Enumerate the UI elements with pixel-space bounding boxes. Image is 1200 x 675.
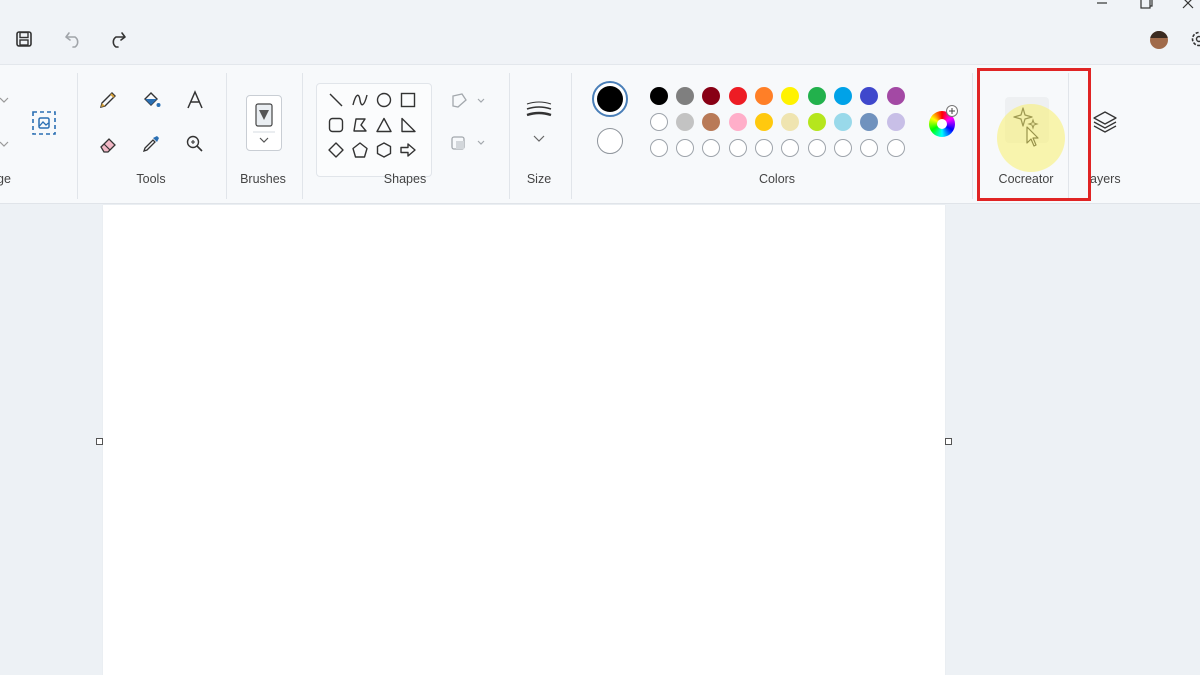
fill-dropdown-icon[interactable] <box>448 131 488 155</box>
color-swatch-pink[interactable] <box>729 113 747 131</box>
callout-box <box>977 68 1091 201</box>
custom-color-slot[interactable] <box>702 139 720 157</box>
shapes-gallery <box>316 83 432 177</box>
hexagon-shape-icon[interactable] <box>373 139 395 161</box>
color-swatch-yellow[interactable] <box>781 87 799 105</box>
outline-dropdown-icon[interactable] <box>448 89 488 113</box>
fill-icon[interactable] <box>138 87 164 113</box>
group-label-colors: Colors <box>758 172 796 186</box>
image-select-icon[interactable] <box>30 109 58 137</box>
redo-icon[interactable] <box>104 26 130 52</box>
color-swatch-black[interactable] <box>650 87 668 105</box>
chevron-icon <box>0 137 10 151</box>
custom-color-slot[interactable] <box>834 139 852 157</box>
avatar[interactable] <box>1150 31 1168 49</box>
color-swatch-red[interactable] <box>729 87 747 105</box>
color-swatch-brown[interactable] <box>702 113 720 131</box>
pencil-icon[interactable] <box>95 87 121 113</box>
minimize-icon[interactable] <box>1092 0 1112 12</box>
divider <box>571 73 572 199</box>
color-swatch-light-blue[interactable] <box>834 113 852 131</box>
plus-icon <box>946 105 958 117</box>
custom-color-slot[interactable] <box>650 139 668 157</box>
color-swatch-orange[interactable] <box>755 87 773 105</box>
curve-shape-icon[interactable] <box>349 89 371 111</box>
magnifier-icon[interactable] <box>182 131 208 157</box>
divider <box>77 73 78 199</box>
color-swatch-steel-blue[interactable] <box>860 113 878 131</box>
canvas-resize-handle[interactable] <box>945 438 952 445</box>
save-icon[interactable] <box>11 26 37 52</box>
color-swatch-lavender[interactable] <box>887 113 905 131</box>
oval-shape-icon[interactable] <box>373 89 395 111</box>
color-swatch-white[interactable] <box>650 113 668 131</box>
color-swatch-indigo[interactable] <box>860 87 878 105</box>
line-shape-icon[interactable] <box>325 89 347 111</box>
color-swatch-green[interactable] <box>808 87 826 105</box>
group-label-shapes: Shapes <box>383 172 427 186</box>
canvas-resize-handle[interactable] <box>96 438 103 445</box>
polygon-shape-icon[interactable] <box>349 114 371 136</box>
divider <box>972 73 973 199</box>
group-label-layers: ayers <box>1090 172 1121 186</box>
triangle-shape-icon[interactable] <box>373 114 395 136</box>
group-label-size: Size <box>526 172 552 186</box>
close-icon[interactable] <box>1178 0 1198 12</box>
custom-color-slot[interactable] <box>808 139 826 157</box>
color-picker-icon[interactable] <box>138 131 164 157</box>
custom-color-slot[interactable] <box>887 139 905 157</box>
custom-color-slot[interactable] <box>781 139 799 157</box>
color-swatch-blue[interactable] <box>834 87 852 105</box>
divider <box>302 73 303 199</box>
custom-color-slot[interactable] <box>729 139 747 157</box>
diamond-shape-icon[interactable] <box>325 139 347 161</box>
pentagon-shape-icon[interactable] <box>349 139 371 161</box>
group-label-tools: Tools <box>136 172 166 186</box>
color-swatch-light-gray[interactable] <box>676 113 694 131</box>
layers-icon[interactable] <box>1090 107 1120 137</box>
color-swatch-dark-red[interactable] <box>702 87 720 105</box>
rectangle-shape-icon[interactable] <box>397 89 419 111</box>
custom-color-slot[interactable] <box>676 139 694 157</box>
primary-color-swatch[interactable] <box>592 81 628 117</box>
divider <box>226 73 227 199</box>
rounded-rectangle-shape-icon[interactable] <box>325 114 347 136</box>
settings-icon[interactable] <box>1186 26 1200 52</box>
custom-color-slot[interactable] <box>755 139 773 157</box>
right-arrow-shape-icon[interactable] <box>397 139 419 161</box>
color-swatch-gray[interactable] <box>676 87 694 105</box>
color-swatch-cream[interactable] <box>781 113 799 131</box>
secondary-color-swatch[interactable] <box>597 128 623 154</box>
right-triangle-shape-icon[interactable] <box>397 114 419 136</box>
color-swatch-lime[interactable] <box>808 113 826 131</box>
group-label-brushes: Brushes <box>240 172 286 186</box>
divider <box>509 73 510 199</box>
color-swatch-purple[interactable] <box>887 87 905 105</box>
undo-icon[interactable] <box>61 26 87 52</box>
size-button[interactable] <box>522 97 556 147</box>
chevron-icon <box>0 93 10 107</box>
title-bar <box>0 0 1200 64</box>
eraser-icon[interactable] <box>95 131 121 157</box>
group-label-image: ge <box>0 172 11 186</box>
restore-icon[interactable] <box>1136 0 1156 12</box>
custom-color-slot[interactable] <box>860 139 878 157</box>
text-icon[interactable] <box>182 87 208 113</box>
color-swatch-gold[interactable] <box>755 113 773 131</box>
drawing-canvas[interactable] <box>103 205 945 675</box>
brushes-button[interactable] <box>246 95 282 151</box>
